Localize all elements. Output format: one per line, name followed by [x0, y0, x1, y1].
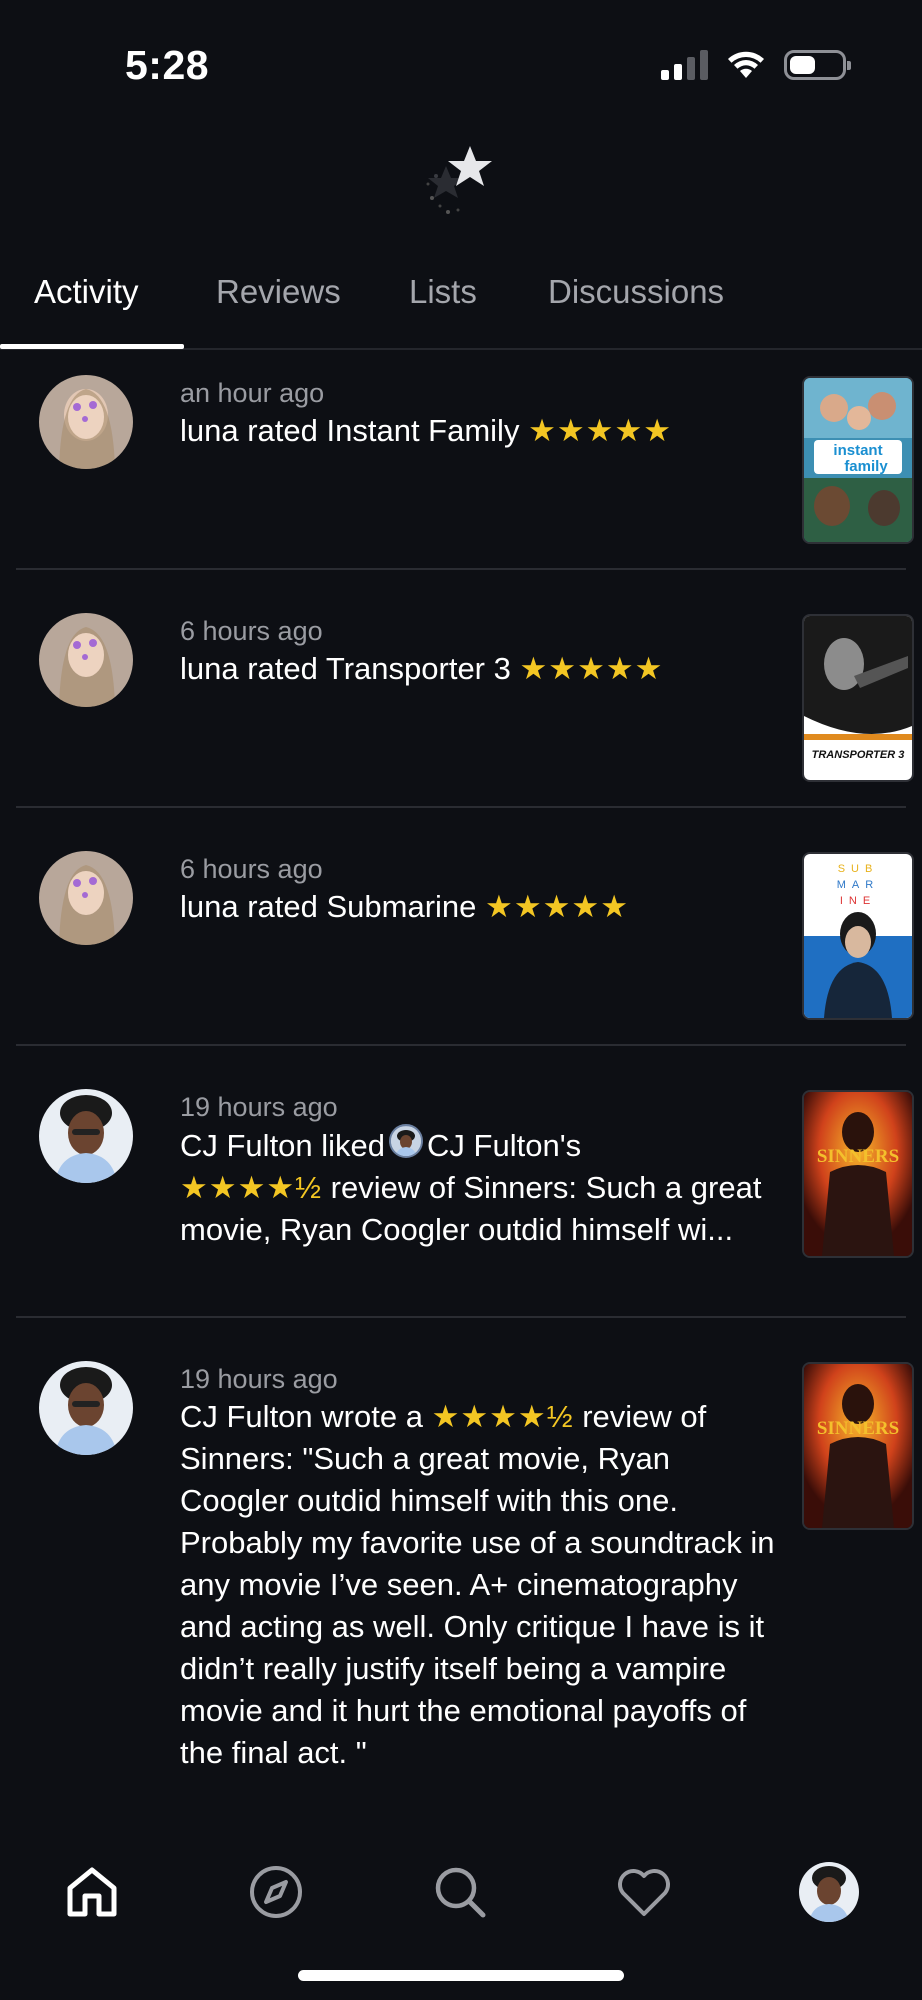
activity-text: luna rated Transporter 3 ★★★★★	[180, 648, 780, 690]
activity-feed: an hour ago luna rated Instant Family ★★…	[0, 352, 922, 1822]
heart-icon[interactable]	[614, 1862, 674, 1922]
poster-instant-family[interactable]: instant family	[802, 376, 914, 544]
star-rating: ★★★★★	[528, 413, 673, 448]
user-avatar-cj[interactable]	[39, 1361, 133, 1455]
tab-reviews[interactable]: Reviews	[216, 273, 341, 311]
user-avatar-luna[interactable]	[39, 375, 133, 469]
activity-text-target: CJ Fulton's	[427, 1128, 582, 1163]
svg-text:SINNERS: SINNERS	[817, 1146, 899, 1167]
activity-content: an hour ago luna rated Instant Family ★★…	[180, 376, 780, 452]
star-logo-icon	[426, 146, 492, 214]
active-tab-indicator	[0, 344, 184, 349]
activity-time: 6 hours ago	[180, 854, 323, 884]
star-rating: ★★★★★	[485, 889, 630, 924]
activity-text: CJ Fulton liked CJ Fulton's ★★★★½ review o…	[180, 1124, 780, 1251]
review-text: review of Sinners: "Such a great movie, …	[180, 1399, 775, 1770]
poster-submarine[interactable]: SUB MAR INE	[802, 852, 914, 1020]
status-bar: 5:28	[0, 0, 922, 120]
home-indicator	[298, 1970, 624, 1981]
activity-item[interactable]: 19 hours ago CJ Fulton liked CJ Fulton's ★…	[16, 1046, 914, 1318]
activity-text: luna rated Instant Family ★★★★★	[180, 410, 780, 452]
activity-item[interactable]: an hour ago luna rated Instant Family ★★…	[16, 352, 914, 570]
poster-sinners[interactable]: SINNERS	[802, 1090, 914, 1258]
svg-text:family: family	[844, 458, 888, 475]
star-rating: ★★★★★	[519, 651, 664, 686]
tab-lists[interactable]: Lists	[409, 273, 477, 311]
activity-time: 6 hours ago	[180, 616, 323, 646]
activity-content: 6 hours ago luna rated Submarine ★★★★★	[180, 852, 780, 928]
mini-avatar-cj	[389, 1124, 424, 1158]
user-avatar-cj[interactable]	[39, 1089, 133, 1183]
star-rating: ★★★★½	[431, 1399, 574, 1434]
battery-icon	[784, 50, 851, 80]
search-icon[interactable]	[430, 1862, 490, 1922]
poster-sinners[interactable]: SINNERS	[802, 1362, 914, 1530]
svg-text:MAR: MAR	[837, 879, 879, 891]
tab-activity[interactable]: Activity	[34, 273, 139, 311]
svg-text:SUB: SUB	[838, 863, 879, 875]
profile-avatar-icon[interactable]	[799, 1862, 859, 1922]
bottom-nav	[0, 1822, 922, 2000]
cellular-signal-icon	[661, 50, 708, 80]
svg-text:INE: INE	[840, 895, 876, 907]
activity-text-body: CJ Fulton liked	[180, 1128, 386, 1163]
activity-time: 19 hours ago	[180, 1092, 338, 1122]
home-icon[interactable]	[62, 1862, 122, 1922]
tab-bar: Activity Reviews Lists Discussions	[0, 268, 922, 350]
svg-text:SINNERS: SINNERS	[817, 1418, 899, 1439]
activity-text: luna rated Submarine ★★★★★	[180, 886, 780, 928]
status-icons	[661, 50, 851, 80]
activity-text-body: luna rated Submarine	[180, 889, 477, 924]
activity-item[interactable]: 6 hours ago luna rated Submarine ★★★★★ S…	[16, 808, 914, 1046]
compass-icon[interactable]	[246, 1862, 306, 1922]
svg-text:instant: instant	[833, 442, 882, 459]
svg-text:TRANSPORTER 3: TRANSPORTER 3	[812, 749, 905, 761]
activity-text-body: luna rated Transporter 3	[180, 651, 511, 686]
activity-text: CJ Fulton wrote a ★★★★½ review of Sinner…	[180, 1396, 780, 1774]
activity-text-body: luna rated Instant Family	[180, 413, 520, 448]
poster-transporter-3[interactable]: TRANSPORTER 3	[802, 614, 914, 782]
tab-discussions[interactable]: Discussions	[548, 273, 724, 311]
activity-content: 6 hours ago luna rated Transporter 3 ★★★…	[180, 614, 780, 690]
activity-content: 19 hours ago CJ Fulton liked CJ Fulton's ★…	[180, 1090, 780, 1251]
user-avatar-luna[interactable]	[39, 851, 133, 945]
status-time: 5:28	[125, 42, 210, 88]
user-avatar-luna[interactable]	[39, 613, 133, 707]
activity-item[interactable]: 19 hours ago CJ Fulton wrote a ★★★★½ rev…	[16, 1318, 914, 1822]
activity-time: an hour ago	[180, 378, 325, 408]
activity-time: 19 hours ago	[180, 1364, 338, 1394]
activity-text-body: CJ Fulton wrote a	[180, 1399, 423, 1434]
activity-content: 19 hours ago CJ Fulton wrote a ★★★★½ rev…	[180, 1362, 780, 1774]
activity-item[interactable]: 6 hours ago luna rated Transporter 3 ★★★…	[16, 570, 914, 808]
wifi-icon	[728, 51, 764, 78]
star-rating: ★★★★½	[180, 1170, 323, 1205]
